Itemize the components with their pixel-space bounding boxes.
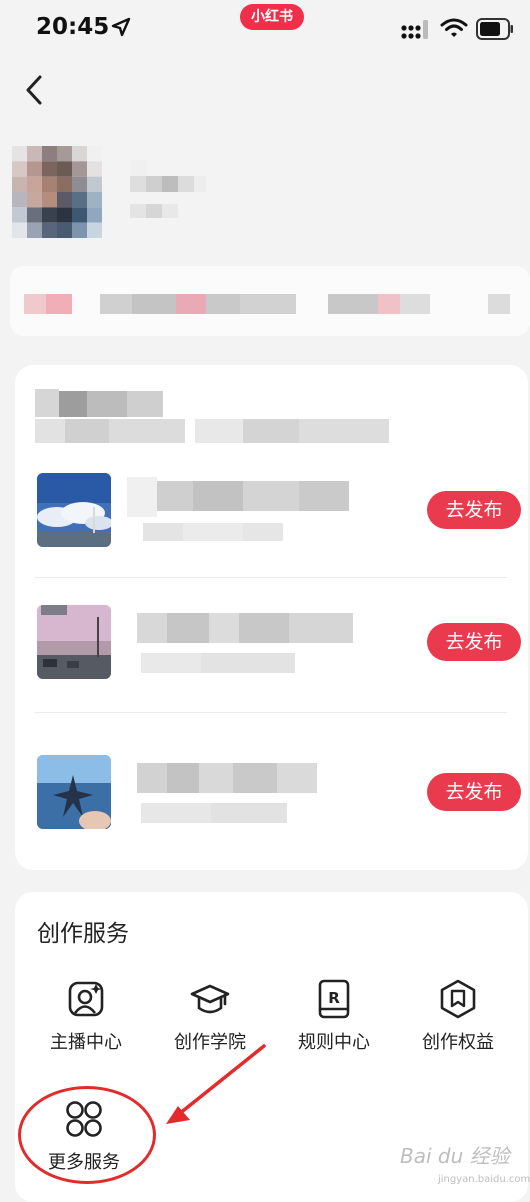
- recommended-heading-blurred: [35, 389, 395, 451]
- status-time: 20:45: [36, 14, 110, 40]
- service-label: 创作学院: [174, 1032, 246, 1053]
- app-badge: 小红书: [240, 4, 304, 30]
- publish-button[interactable]: 去发布: [427, 491, 521, 529]
- service-label: 规则中心: [298, 1032, 370, 1053]
- service-more[interactable]: 更多服务: [29, 1098, 139, 1188]
- starfish-sea-photo: [37, 755, 111, 829]
- location-arrow-icon: [111, 17, 131, 37]
- service-creator-academy[interactable]: 创作学院: [155, 978, 265, 1068]
- topic-row[interactable]: 去发布: [35, 473, 521, 563]
- recommended-topics-card: 去发布 去发布 去发布: [15, 365, 528, 870]
- service-label: 更多服务: [48, 1152, 120, 1173]
- four-circles-icon: [66, 1101, 102, 1137]
- creation-services-title: 创作服务: [37, 921, 129, 947]
- publish-button[interactable]: 去发布: [427, 623, 521, 661]
- topic-row[interactable]: 去发布: [35, 755, 521, 845]
- cellular-signal-icon: [401, 20, 428, 39]
- anchor-center-icon: [68, 981, 104, 1017]
- watermark: Bai du 经验 jingyan.baidu.com: [400, 1140, 530, 1192]
- status-bar: 20:45 小红书: [0, 0, 530, 58]
- service-rules-center[interactable]: R 规则中心: [279, 978, 389, 1068]
- avatar[interactable]: [12, 146, 102, 238]
- publish-button[interactable]: 去发布: [427, 773, 521, 811]
- topic-row[interactable]: 去发布: [35, 605, 521, 695]
- wifi-icon: [440, 18, 468, 37]
- service-creator-benefits[interactable]: 创作权益: [403, 978, 513, 1068]
- rules-book-icon: R: [318, 979, 350, 1019]
- topic-text-blurred: [127, 477, 357, 543]
- back-button[interactable]: [18, 72, 54, 108]
- service-anchor-center[interactable]: 主播中心: [31, 978, 141, 1068]
- chevron-left-icon: [26, 75, 42, 105]
- divider: [35, 577, 507, 578]
- watermark-text: Bai du 经验: [400, 1144, 510, 1168]
- service-label: 主播中心: [50, 1032, 122, 1053]
- sunset-street-photo: [37, 605, 111, 679]
- bookmark-shield-icon: [440, 979, 476, 1019]
- watermark-sub: jingyan.baidu.com: [438, 1174, 530, 1185]
- service-label: 创作权益: [422, 1032, 494, 1053]
- sky-clouds-photo: [37, 473, 111, 547]
- svg-text:R: R: [328, 989, 340, 1007]
- topic-text-blurred: [127, 609, 357, 675]
- topic-text-blurred: [127, 759, 357, 825]
- graduation-cap-icon: [190, 984, 230, 1014]
- divider: [35, 712, 507, 713]
- username-blurred: [130, 160, 210, 218]
- announcement-banner-blurred[interactable]: [10, 266, 530, 336]
- battery-icon: [476, 18, 513, 40]
- avatar-pixel-image: [12, 146, 102, 238]
